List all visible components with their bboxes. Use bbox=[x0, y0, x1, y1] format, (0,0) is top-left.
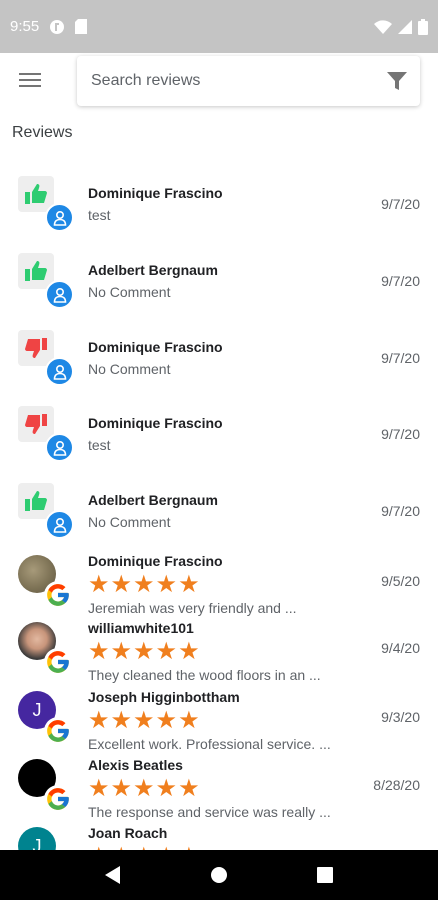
facebook-source-icon bbox=[45, 510, 74, 539]
review-date: 9/7/20 bbox=[381, 196, 420, 212]
review-date: 9/4/20 bbox=[381, 640, 420, 656]
review-row[interactable]: Dominique Frascino test 9/7/20 bbox=[0, 160, 438, 232]
home-button[interactable] bbox=[210, 866, 228, 884]
review-date: 9/7/20 bbox=[381, 273, 420, 289]
star-rating: ★★★★★ bbox=[88, 775, 200, 802]
review-row[interactable]: Adelbert Bergnaum No Comment 9/7/20 bbox=[0, 237, 438, 309]
google-source-icon bbox=[44, 785, 72, 813]
search-input[interactable] bbox=[89, 71, 386, 91]
star-icon: ★ bbox=[155, 775, 178, 802]
search-bar bbox=[77, 56, 420, 106]
star-icon: ★ bbox=[133, 775, 155, 802]
recents-button[interactable] bbox=[317, 867, 334, 883]
star-icon: ★ bbox=[178, 638, 200, 665]
facebook-source-icon bbox=[45, 433, 74, 462]
review-date: 9/7/20 bbox=[381, 503, 420, 519]
star-icon: ★ bbox=[178, 707, 200, 734]
google-source-icon bbox=[44, 581, 72, 609]
star-icon: ★ bbox=[110, 571, 133, 598]
signal-icon bbox=[398, 19, 412, 34]
star-icon: ★ bbox=[178, 775, 200, 802]
reviewer-name: Alexis Beatles bbox=[88, 757, 183, 773]
wifi-icon bbox=[374, 19, 392, 34]
sd-card-icon bbox=[75, 19, 88, 34]
star-icon: ★ bbox=[155, 707, 178, 734]
review-date: 9/5/20 bbox=[381, 573, 420, 589]
review-date: 9/3/20 bbox=[381, 709, 420, 725]
review-text: No Comment bbox=[88, 284, 171, 300]
battery-icon bbox=[418, 18, 428, 35]
reviewer-name: Dominique Frascino bbox=[88, 185, 223, 201]
status-bar: 9:55 bbox=[0, 0, 438, 53]
hamburger-icon bbox=[19, 72, 41, 93]
star-icon: ★ bbox=[133, 571, 155, 598]
reviewer-name: Dominique Frascino bbox=[88, 339, 223, 355]
reviewer-avatar bbox=[18, 483, 74, 539]
star-icon: ★ bbox=[88, 775, 110, 802]
star-icon: ★ bbox=[155, 638, 178, 665]
menu-button[interactable] bbox=[12, 66, 48, 98]
review-text: No Comment bbox=[88, 514, 171, 530]
star-icon: ★ bbox=[88, 638, 110, 665]
facebook-source-icon bbox=[45, 357, 74, 386]
reviewer-avatar bbox=[18, 253, 74, 309]
review-text: test bbox=[88, 437, 111, 453]
filter-icon[interactable] bbox=[386, 70, 408, 92]
review-text: test bbox=[88, 207, 111, 223]
status-time: 9:55 bbox=[10, 18, 40, 35]
review-row[interactable]: Dominique Frascino ★ ★ ★ ★ ★ Jeremiah was very… bbox=[0, 545, 438, 616]
reviewer-name: Joseph Higginbottham bbox=[88, 689, 240, 705]
star-icon: ★ bbox=[155, 571, 178, 598]
review-row[interactable]: Alexis Beatles ★ ★ ★ ★ ★ The response and serv… bbox=[0, 749, 438, 820]
reviewer-name: Joan Roach bbox=[88, 825, 168, 841]
star-rating: ★★★★★ bbox=[88, 571, 200, 598]
review-row[interactable]: Adelbert Bergnaum No Comment 9/7/20 bbox=[0, 467, 438, 539]
reviewer-avatar bbox=[18, 176, 74, 232]
reviewer-avatar bbox=[18, 759, 72, 815]
reviewer-avatar bbox=[18, 555, 72, 611]
google-source-icon bbox=[44, 717, 72, 745]
star-rating: ★★★★★ bbox=[88, 638, 200, 665]
star-icon: ★ bbox=[110, 775, 133, 802]
app-notification-icon bbox=[49, 19, 65, 35]
navigation-bar bbox=[0, 850, 438, 900]
star-icon: ★ bbox=[133, 707, 155, 734]
star-icon: ★ bbox=[133, 638, 155, 665]
reviewer-name: williamwhite101 bbox=[88, 620, 194, 636]
reviewer-name: Adelbert Bergnaum bbox=[88, 492, 218, 508]
reviewer-name: Dominique Frascino bbox=[88, 553, 223, 569]
review-date: 9/7/20 bbox=[381, 350, 420, 366]
reviewer-avatar bbox=[18, 406, 74, 462]
review-text: No Comment bbox=[88, 361, 171, 377]
reviewer-name: Adelbert Bergnaum bbox=[88, 262, 218, 278]
reviewer-name: Dominique Frascino bbox=[88, 415, 223, 431]
star-icon: ★ bbox=[88, 707, 110, 734]
facebook-source-icon bbox=[45, 280, 74, 309]
review-row[interactable]: williamwhite101 ★ ★ ★ ★ ★ They cleaned the woo… bbox=[0, 612, 438, 683]
back-button[interactable] bbox=[104, 866, 121, 884]
star-icon: ★ bbox=[110, 638, 133, 665]
facebook-source-icon bbox=[45, 203, 74, 232]
reviewer-avatar bbox=[18, 622, 72, 678]
review-row[interactable]: Dominique Frascino No Comment 9/7/20 bbox=[0, 314, 438, 386]
reviewer-avatar bbox=[18, 330, 74, 386]
star-rating: ★★★★★ bbox=[88, 707, 200, 734]
star-icon: ★ bbox=[88, 571, 110, 598]
reviewer-avatar: J bbox=[18, 691, 72, 747]
section-title: Reviews bbox=[12, 124, 73, 141]
google-source-icon bbox=[44, 648, 72, 676]
star-icon: ★ bbox=[110, 707, 133, 734]
star-icon: ★ bbox=[178, 571, 200, 598]
review-date: 9/7/20 bbox=[381, 426, 420, 442]
review-row[interactable]: Dominique Frascino test 9/7/20 bbox=[0, 390, 438, 462]
review-date: 8/28/20 bbox=[373, 777, 420, 793]
review-row[interactable]: J Joseph Higginbottham ★ ★ ★ ★ ★ Excellent work… bbox=[0, 681, 438, 752]
